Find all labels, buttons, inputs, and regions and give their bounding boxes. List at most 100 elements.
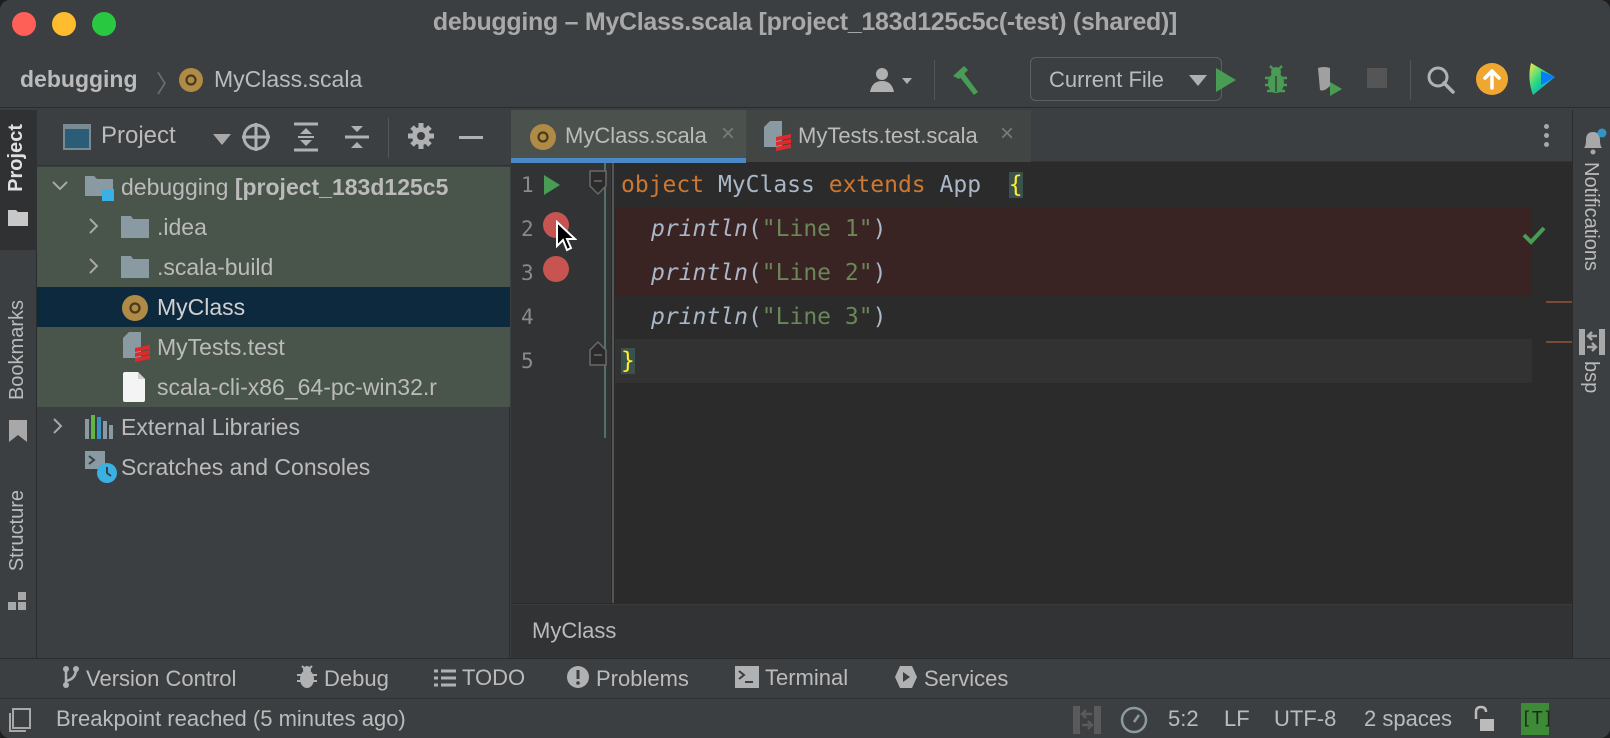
run-gutter-icon[interactable] [543,174,561,201]
hide-panel-icon[interactable] [459,136,483,139]
chevron-down-icon[interactable] [213,134,231,145]
tree-item-debugging[interactable]: debugging [project_183d125c5 [37,167,510,207]
line-separator[interactable]: LF [1224,706,1250,732]
stripe-label-project: Project [5,124,27,192]
unlock-icon[interactable] [1472,705,1496,738]
locate-file-icon[interactable] [240,121,272,158]
tab-mytests-test-scala[interactable]: MyTests.test.scala × [746,110,1031,162]
scala-test-file-icon [764,121,792,156]
run-icon[interactable] [1214,66,1238,99]
terminal-icon [735,666,759,688]
toolbar-separator [1410,60,1411,100]
breakpoint-stripe-mark[interactable] [1546,301,1572,303]
tree-item-external-libraries[interactable]: External Libraries [37,407,510,447]
project-panel-header: Project [37,110,510,166]
debug-bug-icon[interactable] [1262,64,1290,101]
line-number: 5 [521,349,534,373]
tool-button-todo[interactable]: TODO [434,665,525,691]
indent-setting[interactable]: 2 spaces [1364,706,1452,732]
bsp-sync-icon[interactable] [1073,706,1101,738]
power-save-indicator-icon[interactable] [1120,706,1148,738]
tool-button-services[interactable]: Services [894,665,1008,692]
status-bar: Breakpoint reached (5 minutes ago) 5:2 L… [0,698,1610,738]
breadcrumb-item[interactable]: MyClass [532,618,616,644]
tree-item-label: .scala-build [157,254,274,280]
tab-myclass-scala[interactable]: MyClass.scala × [511,110,746,163]
stripe-button-bookmarks[interactable]: Bookmarks [0,290,37,450]
mouse-cursor-icon [555,219,578,259]
tab-label: MyClass.scala [565,123,707,148]
tree-item-myclass[interactable]: MyClass [37,287,510,327]
module-folder-icon [85,174,115,207]
tree-item-scala-build[interactable]: .scala-build [37,247,510,287]
more-tabs-icon[interactable] [1544,124,1550,151]
collapse-all-icon[interactable] [343,122,371,157]
breakpoint-stripe-mark[interactable] [1546,341,1572,343]
chevron-right-icon[interactable] [87,257,101,280]
stripe-label-bsp: bsp [1580,361,1602,394]
stripe-label-notifications: Notifications [1580,162,1602,271]
tree-item-scratches[interactable]: Scratches and Consoles [37,447,510,487]
update-icon[interactable] [1475,62,1509,101]
vcs-user-icon[interactable] [868,66,920,99]
services-icon [895,666,917,688]
breadcrumb-project[interactable]: debugging [20,66,138,93]
tree-item-label: Scratches and Consoles [121,454,371,480]
file-encoding[interactable]: UTF-8 [1274,706,1336,732]
typo-badge[interactable]: [T] [1521,703,1554,735]
title-bar: debugging – MyClass.scala [project_183d1… [0,0,1610,46]
code-line-5: } [615,339,1532,383]
tool-button-debug[interactable]: Debug [296,665,389,692]
coverage-icon[interactable] [1314,64,1346,103]
tool-button-terminal[interactable]: Terminal [735,665,848,691]
search-icon[interactable] [1425,64,1457,101]
window-title: debugging – MyClass.scala [project_183d1… [432,8,1178,36]
fold-collapse-icon[interactable] [589,170,607,201]
jetbrains-logo-icon[interactable] [1527,61,1557,102]
line-number: 4 [521,305,534,329]
stripe-button-notifications[interactable]: Notifications [1573,122,1610,302]
project-view-title[interactable]: Project [101,122,176,150]
tool-button-version-control[interactable]: Version Control [62,665,236,692]
caret-position[interactable]: 5:2 [1168,706,1199,732]
left-tool-stripe: Project Bookmarks Structure [0,110,37,658]
right-tool-stripe: Notifications bsp [1572,110,1610,658]
check-icon[interactable] [1522,225,1546,250]
chevron-right-icon[interactable] [51,417,65,440]
stripe-button-bsp[interactable]: bsp [1573,325,1610,415]
chevron-down-icon[interactable] [51,177,69,198]
stripe-button-structure[interactable]: Structure [0,482,37,632]
expand-all-icon[interactable] [292,122,320,157]
folder-icon [121,216,149,243]
status-message[interactable]: Breakpoint reached (5 minutes ago) [56,706,406,732]
chevron-down-icon [1189,75,1207,86]
chevron-right-icon[interactable] [87,217,101,240]
header-separator [388,118,389,158]
navigation-toolbar: debugging 〉 MyClass.scala Current File [0,54,1610,108]
tree-item-scala-cli[interactable]: scala-cli-x86_64-pc-win32.r [37,367,510,407]
fold-expand-icon[interactable] [589,340,607,371]
breakpoint-icon[interactable] [543,256,569,282]
scala-object-icon [178,67,204,98]
build-hammer-icon[interactable] [950,64,984,101]
breadcrumb-file[interactable]: MyClass.scala [214,66,362,93]
gear-icon[interactable] [406,121,436,156]
bug-icon [297,665,317,688]
code-area[interactable]: object MyClass extends App { println("Li… [615,163,1572,603]
close-tab-icon[interactable]: × [1000,120,1014,148]
tree-item-label: debugging [project_183d125c5 [121,174,449,200]
tree-item-mytests[interactable]: MyTests.test [37,327,510,367]
gutter-vcs-marker [604,163,606,438]
close-tab-icon[interactable]: × [721,120,735,148]
tree-item-label: .idea [157,214,207,240]
run-configuration-select[interactable]: Current File [1030,57,1222,101]
toggle-tool-windows-icon[interactable] [8,708,32,737]
bottom-tool-stripe: Version Control Debug TODO Problems Term… [0,658,1610,698]
stripe-button-project[interactable]: Project [0,110,37,250]
tool-button-problems[interactable]: Problems [566,665,689,692]
tree-item-label: External Libraries [121,414,300,440]
project-view-icon [63,124,91,155]
tree-item-label: MyTests.test [157,334,285,360]
stop-icon[interactable] [1366,67,1388,94]
tree-item-idea[interactable]: .idea [37,207,510,247]
